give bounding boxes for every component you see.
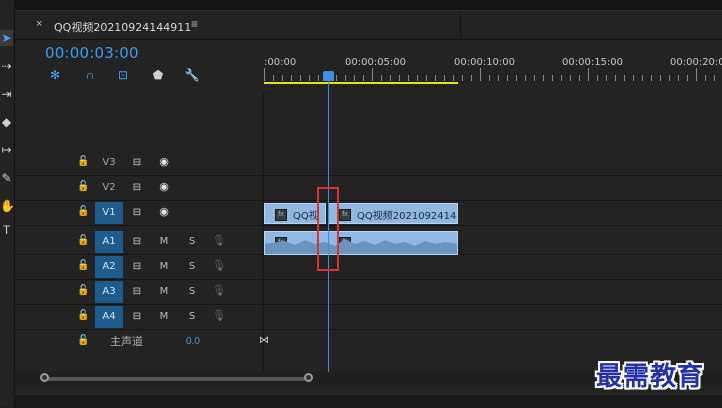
watermark-text: 最需教育 — [596, 362, 705, 392]
work-area-bar[interactable] — [264, 82, 458, 84]
clip-name: QQ视 — [293, 211, 319, 222]
microphone-icon[interactable]: 🎙 — [212, 284, 226, 299]
scrollbar-right-handle[interactable] — [304, 373, 313, 382]
tab-underline — [15, 39, 722, 40]
track-row-a4: 🔓 A4 ⊟ M S 🎙 — [15, 305, 722, 330]
track-label-a4[interactable]: A4 — [95, 306, 123, 328]
lock-icon[interactable]: 🔓 — [77, 285, 89, 297]
tools-panel: ➤ ⇢ ⇥ ◆ ↦ ✎ ✋ T — [0, 0, 15, 407]
sync-lock-icon[interactable]: ⊟ — [130, 181, 144, 194]
pen-tool-icon[interactable]: ✎ — [0, 170, 13, 186]
track-row-a3: 🔓 A3 ⊟ M S 🎙 — [15, 280, 722, 305]
mute-button[interactable]: M — [158, 235, 170, 248]
snap-icon[interactable]: ∩ — [81, 67, 99, 83]
razor-tool-icon[interactable]: ◆ — [0, 114, 13, 130]
tab-menu-icon[interactable]: ≡ — [191, 17, 198, 31]
linked-selection-icon[interactable]: ⊡ — [114, 67, 132, 83]
lock-icon[interactable]: 🔓 — [77, 260, 89, 272]
slip-tool-icon[interactable]: ↦ — [0, 142, 13, 158]
add-marker-icon[interactable]: ⬟ — [149, 67, 167, 83]
lock-icon[interactable]: 🔓 — [77, 206, 89, 218]
fx-badge-icon: fx — [339, 209, 351, 221]
sequence-tab-title[interactable]: QQ视频20210924144911 — [54, 19, 191, 35]
lock-icon[interactable]: 🔓 — [77, 235, 89, 247]
audio-clip[interactable]: fx fx — [264, 231, 458, 255]
ruler-label: :00:00 — [264, 57, 297, 68]
track-label-a3[interactable]: A3 — [95, 281, 123, 303]
track-row-v3: 🔓 V3 ⊟ ◉ — [15, 151, 722, 176]
solo-button[interactable]: S — [186, 260, 198, 273]
lock-icon[interactable]: 🔓 — [77, 335, 89, 347]
ruler-label: 00:00:10:00 — [454, 57, 516, 68]
lock-icon[interactable]: 🔓 — [77, 310, 89, 322]
eye-icon[interactable]: ◉ — [157, 181, 171, 194]
bottom-bar — [15, 394, 722, 408]
sync-lock-icon[interactable]: ⊟ — [130, 235, 144, 248]
track-select-tool-icon[interactable]: ⇢ — [0, 58, 13, 74]
microphone-icon[interactable]: 🎙 — [212, 309, 226, 324]
lock-icon[interactable]: 🔓 — [77, 156, 89, 168]
solo-button[interactable]: S — [186, 285, 198, 298]
hand-tool-icon[interactable]: ✋ — [0, 198, 13, 214]
insert-nest-icon[interactable]: ✻ — [46, 67, 64, 83]
solo-button[interactable]: S — [186, 235, 198, 248]
track-label-a1[interactable]: A1 — [95, 231, 123, 253]
horizontal-scrollbar[interactable] — [44, 377, 309, 381]
microphone-icon[interactable]: 🎙 — [212, 259, 226, 274]
mute-button[interactable]: M — [158, 285, 170, 298]
track-label-v2[interactable]: V2 — [95, 177, 123, 199]
eye-icon[interactable]: ◉ — [157, 156, 171, 169]
type-tool-icon[interactable]: T — [0, 222, 13, 238]
clip-name: QQ视频202109241449 — [357, 211, 458, 222]
highlight-box — [317, 187, 339, 271]
master-volume-value[interactable]: 0.0 — [186, 330, 200, 354]
master-track-label: 主声道 — [110, 335, 143, 348]
mute-button[interactable]: M — [158, 310, 170, 323]
lock-icon[interactable]: 🔓 — [77, 181, 89, 193]
audio-waveform — [265, 239, 457, 254]
sync-lock-icon[interactable]: ⊟ — [130, 285, 144, 298]
settings-wrench-icon[interactable]: 🔧 — [183, 67, 201, 83]
sync-lock-icon[interactable]: ⊟ — [130, 206, 144, 219]
track-label-v1[interactable]: V1 — [95, 202, 123, 224]
ripple-edit-tool-icon[interactable]: ⇥ — [0, 86, 13, 102]
tab-divider — [460, 10, 461, 39]
go-to-edit-point-icon[interactable]: ⋈ — [259, 330, 269, 352]
playhead-timecode[interactable]: 00:00:03:00 — [45, 44, 139, 62]
sync-lock-icon[interactable]: ⊟ — [130, 310, 144, 323]
eye-icon[interactable]: ◉ — [157, 206, 171, 219]
selection-tool-icon[interactable]: ➤ — [0, 30, 13, 46]
track-row-a2: 🔓 A2 ⊟ M S 🎙 — [15, 255, 722, 280]
top-strip — [15, 0, 722, 10]
ruler-label: 00:00:15:00 — [562, 57, 624, 68]
scrollbar-left-handle[interactable] — [40, 373, 49, 382]
sync-lock-icon[interactable]: ⊟ — [130, 156, 144, 169]
track-row-v2: 🔓 V2 ⊟ ◉ — [15, 176, 722, 201]
fx-badge-icon: fx — [275, 209, 287, 221]
ruler-label: 00:00:20:00 — [670, 57, 722, 68]
track-label-v3[interactable]: V3 — [95, 152, 123, 174]
solo-button[interactable]: S — [186, 310, 198, 323]
track-row-master: 🔓 主声道 0.0 ⋈ — [15, 330, 722, 354]
track-label-a2[interactable]: A2 — [95, 256, 123, 278]
close-tab-button[interactable]: × — [36, 18, 42, 30]
ruler-label: 00:00:05:00 — [345, 57, 407, 68]
video-clip-right[interactable]: fx QQ视频202109241449 — [328, 203, 458, 224]
microphone-icon[interactable]: 🎙 — [212, 234, 226, 249]
mute-button[interactable]: M — [158, 260, 170, 273]
sync-lock-icon[interactable]: ⊟ — [130, 260, 144, 273]
playhead-handle[interactable] — [323, 71, 334, 81]
